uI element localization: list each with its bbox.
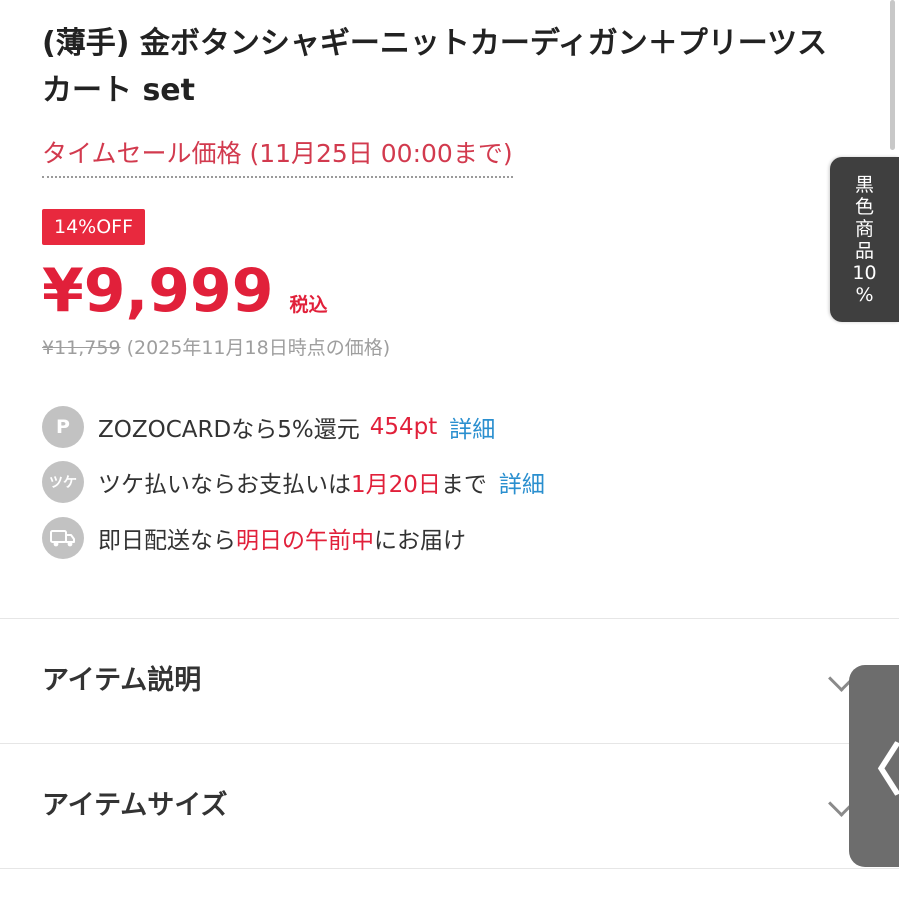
tsuke-detail-link[interactable]: 詳細 [499,465,545,499]
product-title: (薄手) 金ボタンシャギーニットカーディガン＋プリーツスカート set [42,26,828,108]
delivery-text-before: 即日配送なら [98,528,236,554]
side-tab-char: 品 [854,239,874,262]
side-panel-handle[interactable]: 〈 [846,665,899,867]
benefit-points: P ZOZOCARDなら5%還元 454pt 詳細 [42,406,495,448]
tsuke-pay-icon: ツケ [42,461,84,503]
side-tab-char: % [855,283,874,306]
points-icon: P [42,406,84,448]
scrollbar[interactable] [890,0,895,150]
side-tab-char: 黒 [854,173,874,196]
points-detail-link[interactable]: 詳細 [449,410,495,444]
accordion-label: アイテム説明 [42,665,202,696]
tsuke-text-before: ツケ払いならお支払いは [98,472,351,498]
side-tab-char: 商 [854,217,874,240]
sale-price: ¥9,999 [42,256,274,326]
product-detail-page: (薄手) 金ボタンシャギーニットカーディガン＋プリーツスカート set タイムセ… [0,0,899,899]
points-value: 454pt [369,414,438,440]
delivery-highlight: 明日の午前中 [236,528,374,554]
points-text: ZOZOCARDなら5%還元 [98,417,360,443]
tsuke-date: 1月20日 [351,472,441,498]
benefit-tsuke-pay: ツケ ツケ払いならお支払いは 1月20日 まで 詳細 [42,461,545,503]
original-price-note: (2025年11月18日時点の価格) [126,337,391,359]
benefit-delivery: 即日配送なら 明日の午前中 にお届け [42,517,466,559]
delivery-text-after: にお届け [374,528,466,554]
accordion-item-size[interactable]: アイテムサイズ [0,744,899,868]
accordion-label: アイテムサイズ [42,790,228,821]
divider [0,868,899,869]
truck-icon [42,517,84,559]
chevron-left-icon: 〈 [846,738,899,804]
accordion-item-description[interactable]: アイテム説明 [0,619,899,743]
tax-label: 税込 [289,294,328,316]
black-items-10-percent-tab[interactable]: 黒 色 商 品 10 % [830,157,899,322]
discount-badge: 14%OFF [42,209,146,245]
original-price-row: ¥11,759 (2025年11月18日時点の価格) [42,333,390,360]
tsuke-text-after: まで [440,472,487,498]
original-price: ¥11,759 [42,337,121,359]
side-tab-char: 10 [852,261,877,284]
side-tab-char: 色 [854,195,874,218]
price-row: ¥9,999 税込 [42,256,328,326]
time-sale-label: タイムセール価格 (11月25日 00:00まで) [42,136,513,178]
